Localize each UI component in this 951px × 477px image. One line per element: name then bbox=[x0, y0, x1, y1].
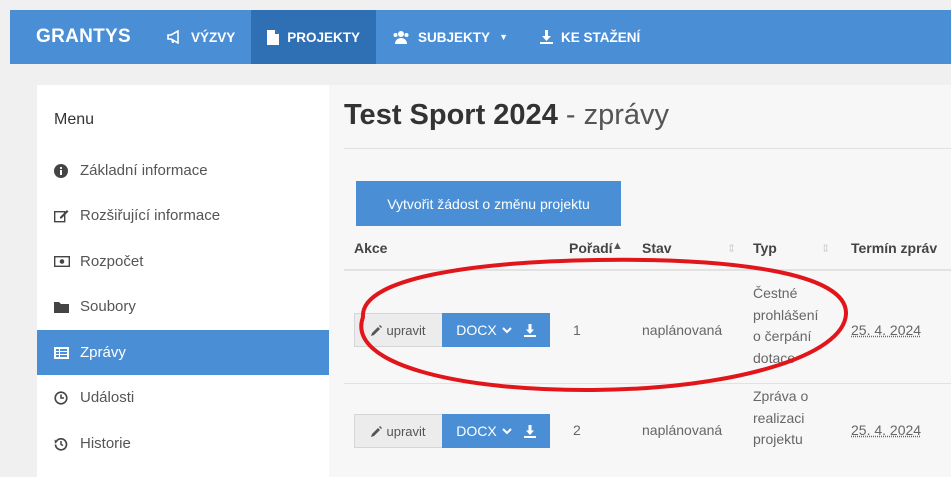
title-divider bbox=[344, 148, 951, 149]
sidebar-item-label: Soubory bbox=[80, 298, 136, 315]
date-cell: 25. 4. 2024 bbox=[851, 422, 922, 438]
status-cell: naplánovaná bbox=[642, 422, 723, 438]
money-icon bbox=[54, 256, 80, 267]
sidebar-item-label: Rozšiřující informace bbox=[80, 207, 221, 224]
column-header-termin[interactable]: Termín zpráv bbox=[851, 240, 937, 256]
nav-projekty[interactable]: PROJEKTY bbox=[251, 10, 377, 64]
sidebar-item-soubory[interactable]: Soubory bbox=[37, 284, 329, 329]
nav-projekty-label: PROJEKTY bbox=[287, 29, 361, 45]
page-title: Test Sport 2024 - zprávy bbox=[344, 99, 669, 132]
nav-subjekty[interactable]: SUBJEKTY ▼ bbox=[376, 10, 524, 64]
sidebar: Menu Základní informace Rozšiřující info… bbox=[37, 85, 329, 477]
sidebar-item-label: Události bbox=[80, 389, 135, 406]
nav-vyzvy[interactable]: VÝZVY bbox=[151, 10, 251, 64]
document-icon bbox=[267, 29, 280, 45]
history-icon bbox=[54, 437, 80, 451]
megaphone-icon bbox=[167, 30, 183, 44]
order-cell: 2 bbox=[573, 422, 581, 438]
users-icon bbox=[392, 30, 410, 44]
sidebar-item-rozpocet[interactable]: Rozpočet bbox=[37, 239, 329, 284]
sidebar-item-label: Historie bbox=[80, 435, 131, 452]
folder-icon bbox=[54, 301, 80, 313]
create-change-request-button[interactable]: Vytvořit žádost o změnu projektu bbox=[356, 181, 621, 226]
edit-button-label: upravit bbox=[386, 423, 426, 439]
list-icon bbox=[54, 346, 80, 359]
clock-icon bbox=[54, 390, 80, 405]
info-icon bbox=[54, 163, 80, 178]
download-icon bbox=[523, 424, 536, 438]
annotation-ellipse bbox=[359, 257, 849, 393]
edit-button[interactable]: upravit bbox=[354, 414, 443, 448]
sidebar-item-zakladni-informace[interactable]: Základní informace bbox=[37, 148, 329, 193]
brand-logo[interactable]: GRANTYS bbox=[10, 10, 151, 64]
type-line: projektu bbox=[753, 431, 803, 447]
caret-down-icon: ▼ bbox=[499, 32, 508, 42]
nav-ke-stazeni[interactable]: KE STAŽENÍ bbox=[524, 10, 656, 64]
top-navbar: GRANTYS VÝZVY PROJEKTY SUBJEKTY ▼ KE STA… bbox=[10, 10, 951, 64]
docx-label: DOCX bbox=[456, 423, 497, 439]
page-title-suffix: - zprávy bbox=[557, 99, 670, 131]
sidebar-item-label: Zprávy bbox=[80, 344, 126, 361]
sidebar-item-label: Rozpočet bbox=[80, 253, 144, 270]
date-cell: 25. 4. 2024 bbox=[851, 322, 922, 338]
sidebar-item-rozsirujici-informace[interactable]: Rozšiřující informace bbox=[37, 193, 329, 238]
page-title-project: Test Sport 2024 bbox=[344, 99, 558, 131]
sidebar-item-zpravy[interactable]: Zprávy bbox=[37, 330, 329, 375]
sidebar-item-label: Základní informace bbox=[80, 162, 208, 179]
docx-download-button[interactable]: DOCX bbox=[442, 414, 550, 448]
pencil-icon bbox=[371, 425, 383, 437]
nav-vyzvy-label: VÝZVY bbox=[191, 29, 236, 45]
edit-icon bbox=[54, 209, 80, 223]
nav-subjekty-label: SUBJEKTY bbox=[418, 29, 491, 45]
type-line: realizaci bbox=[753, 409, 805, 426]
sidebar-item-historie[interactable]: Historie bbox=[37, 421, 329, 466]
chevron-down-icon bbox=[502, 427, 512, 435]
sidebar-title: Menu bbox=[54, 111, 95, 128]
download-icon bbox=[539, 30, 553, 44]
nav-ke-stazeni-label: KE STAŽENÍ bbox=[560, 29, 641, 45]
sidebar-item-udalosti[interactable]: Události bbox=[37, 375, 329, 420]
